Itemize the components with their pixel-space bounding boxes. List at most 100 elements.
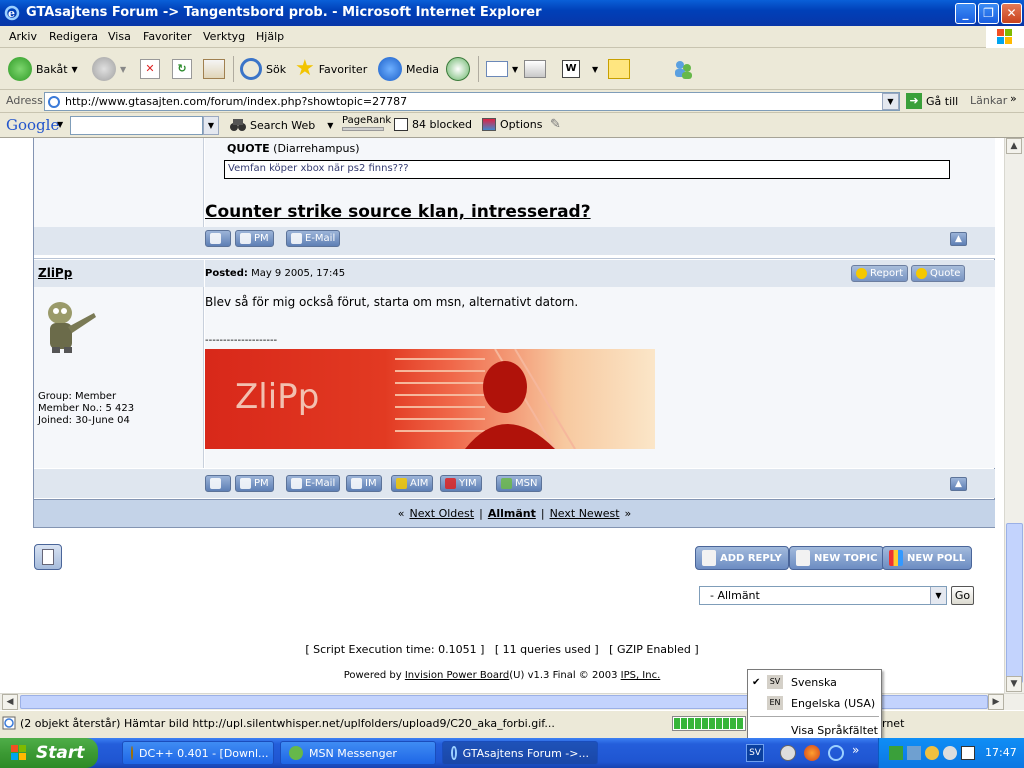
messenger-button[interactable] (672, 56, 694, 82)
print-button[interactable] (524, 56, 546, 82)
topic-options-button[interactable] (34, 544, 62, 570)
media-label: Media (406, 62, 440, 76)
menu-verktyg[interactable]: Verktyg (203, 30, 245, 43)
show-language-bar-item[interactable]: Visa Språkfältet (748, 720, 881, 740)
taskbar-item-label: GTAsajtens Forum ->... (462, 746, 589, 760)
email-button[interactable]: E-Mail (286, 475, 341, 492)
pagerank-indicator[interactable]: PageRank (342, 115, 391, 135)
next-newest-link[interactable]: Next Newest (550, 507, 620, 520)
menu-visa[interactable]: Visa (108, 30, 131, 43)
tray-users-icon[interactable] (907, 746, 921, 760)
next-oldest-link[interactable]: Next Oldest (409, 507, 474, 520)
refresh-button[interactable]: ↻ (172, 56, 192, 82)
google-search-input[interactable] (70, 116, 203, 135)
add-reply-button[interactable]: ADD REPLY (695, 546, 789, 570)
chevron-right-icon[interactable]: » (1010, 92, 1017, 105)
tray-dcpp-icon[interactable] (925, 746, 939, 760)
address-label: Adress (6, 94, 43, 107)
back-button[interactable]: Bakåt ▼ (8, 56, 78, 82)
favorites-button[interactable]: ★ Favoriter (295, 56, 367, 82)
scroll-down-button[interactable]: ▼ (1006, 676, 1022, 692)
yim-button[interactable]: YIM (440, 475, 482, 492)
vertical-scrollbar[interactable]: ▲ ▼ (1004, 138, 1024, 693)
language-indicator[interactable]: SV (746, 744, 764, 762)
new-topic-button[interactable]: NEW TOPIC (789, 546, 885, 570)
address-dropdown-button[interactable]: ▼ (882, 93, 899, 110)
taskbar-item-ie[interactable]: GTAsajtens Forum ->... (442, 741, 598, 765)
address-input[interactable]: http://www.gtasajten.com/forum/index.php… (44, 92, 900, 111)
stop-button[interactable]: ✕ (140, 56, 160, 82)
taskbar-item-dcpp[interactable]: DC++ 0.401 - [Downl... (122, 741, 274, 765)
pm-button[interactable]: PM (235, 475, 274, 492)
maximize-button[interactable]: ❐ (978, 3, 999, 24)
profile-button[interactable] (205, 475, 231, 492)
back-to-top-button[interactable]: ▲ (950, 232, 967, 246)
firefox-icon[interactable] (804, 745, 820, 761)
quote-icon (916, 268, 927, 279)
tray-msn-icon[interactable] (943, 746, 957, 760)
history-clock-icon (446, 57, 470, 81)
quote-button[interactable]: Quote (911, 265, 966, 282)
msn-button[interactable]: MSN (496, 475, 543, 492)
im-button[interactable]: IM (346, 475, 382, 492)
pm-button[interactable]: PM (235, 230, 274, 247)
go-to-button[interactable]: ➜ Gå till (906, 93, 958, 109)
menu-favoriter[interactable]: Favoriter (143, 30, 191, 43)
tray-network-icon[interactable] (889, 746, 903, 760)
scroll-right-button[interactable]: ▶ (988, 694, 1004, 710)
menu-arkiv[interactable]: Arkiv (9, 30, 37, 43)
signature-link[interactable]: Counter strike source klan, intresserad? (205, 202, 591, 222)
start-button[interactable]: Start (0, 738, 98, 768)
ie-quicklaunch-icon[interactable] (828, 745, 844, 761)
back-to-top-button[interactable]: ▲ (950, 477, 967, 491)
scroll-up-button[interactable]: ▲ (1006, 138, 1022, 154)
ips-link[interactable]: IPS, Inc. (621, 670, 661, 681)
options-button[interactable]: Options (482, 118, 542, 131)
forum-jump-select[interactable]: - Allmänt ▼ (699, 586, 947, 605)
progress-bar (672, 716, 746, 731)
media-button[interactable]: Media (378, 56, 439, 82)
language-item-engelska[interactable]: EN Engelska (USA) (748, 693, 881, 713)
report-button[interactable]: Report (851, 265, 909, 282)
profile-button[interactable] (205, 230, 231, 247)
mail-button[interactable]: ▼ (486, 56, 518, 82)
quicklaunch-chevron-icon[interactable]: » (852, 743, 859, 757)
highlighter-icon[interactable]: ✎ (550, 117, 561, 132)
history-button[interactable] (446, 56, 470, 82)
close-button[interactable]: ✕ (1001, 3, 1022, 24)
minimize-button[interactable]: _ (955, 3, 976, 24)
member-joined: Joined: 30-June 04 (38, 415, 130, 426)
taskbar-item-label: DC++ 0.401 - [Downl... (139, 746, 269, 760)
menu-hjalp[interactable]: Hjälp (256, 30, 284, 43)
new-poll-button[interactable]: NEW POLL (882, 546, 973, 570)
links-label[interactable]: Länkar (970, 94, 1007, 107)
search-web-button[interactable]: Search Web ▼ (230, 118, 333, 132)
mail-icon (486, 61, 508, 77)
author-name[interactable]: ZliPp (38, 266, 72, 280)
google-search-dropdown[interactable]: ▼ (203, 116, 219, 135)
menu-redigera[interactable]: Redigera (49, 30, 98, 43)
home-button[interactable] (203, 56, 225, 82)
invision-link[interactable]: Invision Power Board (405, 670, 509, 681)
chevron-down-icon[interactable]: ▼ (930, 587, 946, 604)
post-text: Blev så för mig också förut, starta om m… (205, 295, 579, 309)
search-button[interactable]: Sök (240, 56, 286, 82)
tray-volume-icon[interactable] (961, 746, 975, 760)
google-menu-chevron-icon[interactable]: ▼ (57, 120, 63, 129)
email-button[interactable]: E-Mail (286, 230, 341, 247)
scroll-thumb[interactable] (1006, 523, 1023, 683)
scroll-left-button[interactable]: ◀ (2, 694, 18, 710)
help-icon[interactable] (780, 745, 796, 761)
address-url: http://www.gtasajten.com/forum/index.php… (65, 95, 408, 108)
nav-prev-marks: « (397, 507, 405, 520)
language-item-svenska[interactable]: ✔ SV Svenska (748, 672, 881, 692)
forward-button[interactable]: ▼ (92, 56, 126, 82)
forum-link[interactable]: Allmänt (488, 507, 536, 520)
taskbar-item-msn[interactable]: MSN Messenger (280, 741, 436, 765)
edit-button[interactable]: W ▼ (562, 56, 598, 82)
aim-button[interactable]: AIM (391, 475, 434, 492)
discuss-button[interactable] (608, 56, 630, 82)
go-button[interactable]: Go (951, 586, 974, 605)
popup-blocker-button[interactable]: 84 blocked (394, 118, 472, 131)
google-logo[interactable]: Google (6, 116, 59, 134)
